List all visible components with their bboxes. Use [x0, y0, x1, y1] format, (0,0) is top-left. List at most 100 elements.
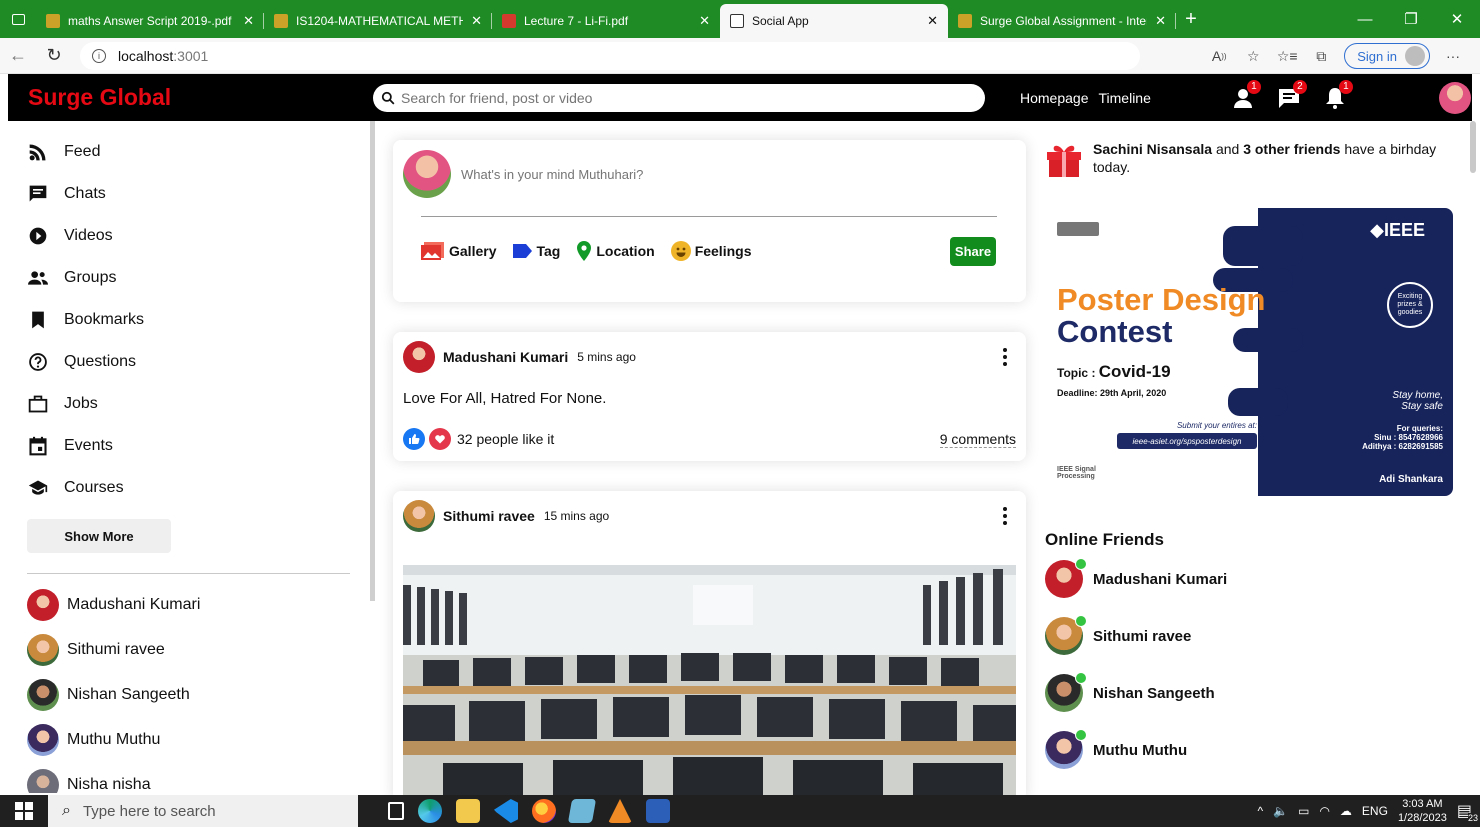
sign-in-button[interactable]: Sign in — [1344, 43, 1430, 69]
sidebar-item-chats[interactable]: Chats — [8, 173, 370, 215]
new-tab-button[interactable]: + — [1176, 4, 1206, 38]
birthday-name[interactable]: Sachini Nisansala — [1093, 141, 1212, 157]
homepage-link[interactable]: Homepage — [1020, 90, 1089, 106]
user-avatar[interactable] — [1438, 81, 1471, 114]
tab-actions-icon[interactable] — [0, 0, 36, 38]
close-tab-icon[interactable]: ✕ — [927, 13, 938, 29]
file-explorer-icon[interactable] — [456, 799, 480, 823]
task-view-icon[interactable] — [388, 802, 404, 820]
add-favorite-icon[interactable]: ☆ — [1236, 38, 1270, 74]
url-field[interactable]: i localhost:3001 — [80, 41, 1140, 70]
share-button[interactable]: Share — [950, 237, 996, 266]
browser-tab-active[interactable]: Social App ✕ — [720, 4, 948, 38]
url-host: localhost — [118, 47, 174, 64]
share-option-location[interactable]: Location — [576, 241, 655, 261]
share-option-gallery[interactable]: Gallery — [421, 241, 496, 261]
browser-tab-3[interactable]: Lecture 7 - Li-Fi.pdf ✕ — [492, 4, 720, 38]
friend-item[interactable]: Nisha nisha — [8, 762, 370, 793]
vlc-icon[interactable] — [608, 799, 632, 823]
language-indicator[interactable]: ENG — [1362, 804, 1388, 818]
share-option-feelings[interactable]: Feelings — [670, 241, 751, 261]
onedrive-icon[interactable]: ☁ — [1340, 804, 1352, 818]
friend-item[interactable]: Muthu Muthu — [8, 717, 370, 762]
post-card: Madushani Kumari 5 mins ago Love For All… — [393, 332, 1026, 461]
maximize-icon[interactable]: ❐ — [1388, 0, 1434, 38]
sidebar-item-questions[interactable]: Questions — [8, 341, 370, 383]
close-tab-icon[interactable]: ✕ — [471, 13, 482, 29]
online-friend-item[interactable]: Madushani Kumari — [1045, 551, 1453, 607]
comments-link[interactable]: 9 comments — [939, 431, 1016, 448]
word-icon[interactable] — [646, 799, 670, 823]
timeline-link[interactable]: Timeline — [1099, 90, 1151, 106]
tray-overflow-icon[interactable]: ^ — [1258, 804, 1264, 818]
post-username[interactable]: Madushani Kumari — [443, 349, 568, 365]
collections-icon[interactable]: ⧉ — [1304, 38, 1338, 74]
sidebar-scrollbar[interactable] — [370, 121, 375, 601]
search-icon — [381, 91, 395, 104]
app-topbar: Surge Global Homepage Timeline 1 2 1 — [8, 74, 1472, 121]
sidebar-item-feed[interactable]: Feed — [8, 131, 370, 173]
online-friend-item[interactable]: Muthu Muthu — [1045, 722, 1453, 778]
heart-icon[interactable] — [429, 428, 451, 450]
favorites-icon[interactable]: ☆≡ — [1270, 38, 1304, 74]
birthday-others[interactable]: 3 other friends — [1243, 141, 1340, 157]
refresh-icon[interactable]: ↻ — [36, 38, 72, 74]
avatar[interactable] — [403, 500, 435, 532]
more-vert-icon[interactable] — [1002, 348, 1008, 366]
sidebar-item-jobs[interactable]: Jobs — [8, 383, 370, 425]
gallery-icon — [421, 242, 444, 260]
left-sidebar: Feed Chats Videos Groups Bookmarks Quest… — [8, 121, 370, 793]
search-input[interactable] — [401, 89, 961, 106]
friend-name: Muthu Muthu — [67, 730, 161, 748]
sidebar-item-events[interactable]: Events — [8, 425, 370, 467]
back-icon[interactable]: ← — [0, 38, 36, 74]
taskbar-search-placeholder: Type here to search — [82, 802, 216, 820]
edge-icon[interactable] — [418, 799, 442, 823]
firefox-icon[interactable] — [532, 799, 556, 823]
more-menu-icon[interactable]: ··· — [1436, 38, 1470, 74]
info-icon[interactable]: i — [92, 48, 106, 63]
search-bar[interactable] — [373, 83, 985, 112]
notifications-center-icon[interactable]: ▤ 23 — [1457, 801, 1478, 823]
online-friend-item[interactable]: Nishan Sangeeth — [1045, 665, 1453, 721]
ad-poster-image[interactable]: Poster Design Contest Topic : Covid-19 De… — [1045, 208, 1453, 496]
clock[interactable]: 3:03 AM 1/28/2023 — [1398, 797, 1447, 825]
sidebar-item-bookmarks[interactable]: Bookmarks — [8, 299, 370, 341]
sidebar-item-courses[interactable]: Courses — [8, 467, 370, 509]
battery-icon[interactable]: ▭ — [1298, 804, 1309, 818]
avatar[interactable] — [403, 341, 435, 373]
online-friend-item[interactable]: Sithumi ravee — [1045, 608, 1453, 664]
notepad-icon[interactable] — [567, 799, 597, 823]
friend-item[interactable]: Madushani Kumari — [8, 582, 370, 627]
notifications-icon[interactable]: 1 — [1323, 79, 1353, 110]
app-logo[interactable]: Surge Global — [28, 84, 373, 111]
more-vert-icon[interactable] — [1002, 507, 1008, 525]
browser-tab-5[interactable]: Surge Global Assignment - Intern ✕ — [948, 4, 1176, 38]
browser-tab-2[interactable]: IS1204-MATHEMATICAL METHO ✕ — [264, 4, 492, 38]
friend-item[interactable]: Sithumi ravee — [8, 627, 370, 672]
close-tab-icon[interactable]: ✕ — [243, 13, 254, 29]
vscode-icon[interactable] — [494, 799, 518, 823]
close-tab-icon[interactable]: ✕ — [699, 13, 710, 29]
taskbar-search[interactable]: ⌕ Type here to search — [48, 795, 358, 827]
post-username[interactable]: Sithumi ravee — [443, 508, 535, 524]
windows-start-icon[interactable] — [0, 795, 48, 827]
sidebar-item-videos[interactable]: Videos — [8, 215, 370, 257]
share-input[interactable] — [461, 166, 981, 182]
like-icon[interactable] — [403, 428, 425, 450]
wifi-icon[interactable]: ◠ — [1319, 804, 1329, 818]
friend-item[interactable]: Nishan Sangeeth — [8, 672, 370, 717]
online-indicator — [1075, 672, 1087, 684]
read-aloud-icon[interactable]: A)) — [1202, 38, 1236, 74]
page-scrollbar[interactable] — [1470, 121, 1476, 173]
show-more-button[interactable]: Show More — [27, 519, 171, 553]
close-tab-icon[interactable]: ✕ — [1155, 13, 1166, 29]
sidebar-item-groups[interactable]: Groups — [8, 257, 370, 299]
browser-tab-1[interactable]: maths Answer Script 2019-.pdf ✕ — [36, 4, 264, 38]
messages-icon[interactable]: 2 — [1277, 79, 1307, 110]
share-option-tag[interactable]: Tag — [512, 243, 560, 259]
volume-icon[interactable]: 🔈 — [1273, 804, 1288, 818]
minimize-icon[interactable]: — — [1342, 0, 1388, 38]
close-window-icon[interactable]: ✕ — [1434, 0, 1480, 38]
friend-requests-icon[interactable]: 1 — [1231, 79, 1261, 110]
